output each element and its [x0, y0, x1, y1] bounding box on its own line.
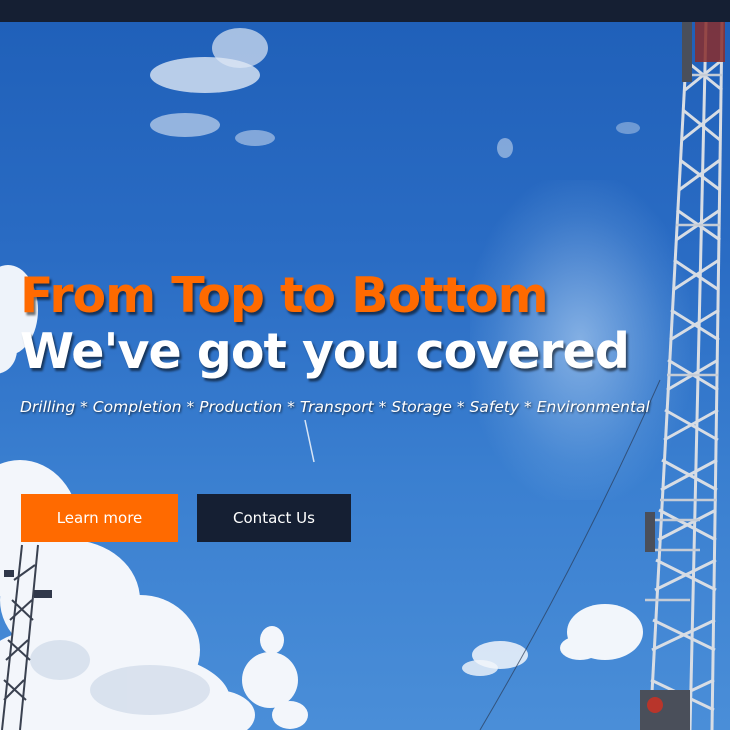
contact-us-button[interactable]: Contact Us — [197, 494, 351, 542]
hero-text-block: From Top to Bottom We've got you covered… — [20, 267, 650, 417]
hero-section: From Top to Bottom We've got you covered… — [0, 0, 730, 730]
guy-wire — [479, 379, 661, 730]
floodlight — [4, 570, 14, 577]
top-navigation-bar — [0, 0, 730, 22]
right-clouds — [462, 604, 643, 676]
floodlight — [34, 590, 52, 598]
headline-line-2: We've got you covered — [20, 323, 630, 380]
learn-more-button[interactable]: Learn more — [21, 494, 178, 542]
services-tagline: Drilling * Completion * Production * Tra… — [20, 398, 650, 416]
rig-top-block — [695, 22, 725, 62]
rig-beacon — [647, 697, 663, 713]
contrail — [304, 419, 315, 463]
wispy-clouds — [150, 28, 640, 158]
headline-line-1: From Top to Bottom — [20, 267, 549, 324]
rig-horizontal-bars — [645, 73, 722, 602]
